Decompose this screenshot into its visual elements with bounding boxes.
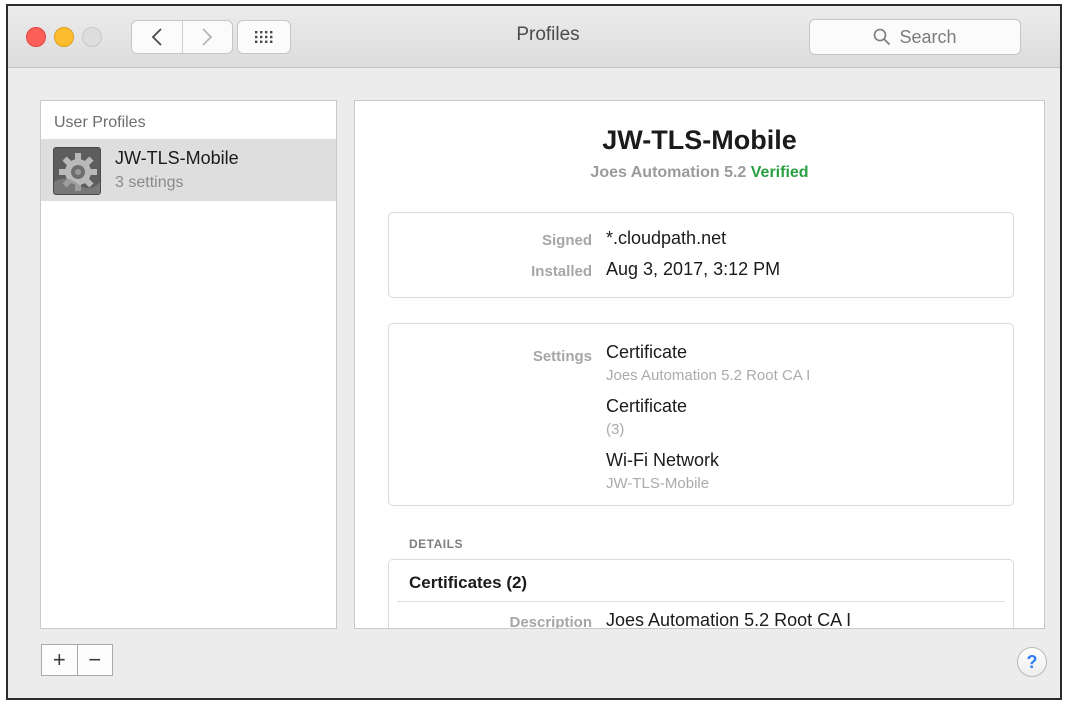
grid-icon bbox=[255, 31, 273, 43]
signed-label: Signed bbox=[541, 232, 592, 249]
profile-detail-panel[interactable]: JW-TLS-Mobile Joes Automation 5.2 Verifi… bbox=[354, 100, 1045, 629]
help-button[interactable]: ? bbox=[1017, 647, 1047, 677]
setting-subtitle: Joes Automation 5.2 Root CA I bbox=[606, 367, 811, 384]
signed-value: *.cloudpath.net bbox=[606, 228, 727, 248]
certificates-card: Certificates (2) Description Joes Automa… bbox=[388, 559, 1014, 629]
certificates-heading: Certificates (2) bbox=[409, 573, 528, 592]
installed-row: Installed Aug 3, 2017, 3:12 PM bbox=[389, 259, 1013, 285]
profile-subtitle: Joes Automation 5.2 Verified bbox=[355, 164, 1044, 182]
profile-settings-count: 3 settings bbox=[115, 174, 184, 191]
profile-title: JW-TLS-Mobile bbox=[602, 125, 797, 155]
settings-gear-icon bbox=[53, 147, 101, 195]
minimize-window-button[interactable] bbox=[54, 27, 74, 47]
description-label: Description bbox=[509, 614, 592, 629]
setting-title: Certificate bbox=[606, 396, 688, 416]
chevron-left-icon bbox=[151, 28, 162, 46]
installed-value: Aug 3, 2017, 3:12 PM bbox=[606, 259, 781, 279]
verified-badge: Verified bbox=[750, 164, 809, 181]
divider bbox=[397, 601, 1005, 602]
help-icon: ? bbox=[1026, 651, 1038, 672]
signed-row: Signed *.cloudpath.net bbox=[389, 228, 1013, 254]
profiles-window: Profiles Search User Profiles JW-TLS-Mob… bbox=[6, 4, 1062, 700]
profile-org: Joes Automation 5.2 bbox=[590, 164, 747, 181]
close-window-button[interactable] bbox=[26, 27, 46, 47]
setting-title: Wi-Fi Network bbox=[606, 450, 719, 470]
back-forward-group bbox=[131, 20, 233, 54]
search-icon bbox=[874, 28, 891, 46]
window-title: Profiles bbox=[516, 24, 580, 45]
profile-name: JW-TLS-Mobile bbox=[115, 148, 239, 168]
chevron-right-icon bbox=[202, 28, 213, 46]
add-remove-group: + − bbox=[41, 644, 113, 676]
zoom-window-button[interactable] bbox=[82, 27, 102, 47]
settings-label: Settings bbox=[532, 348, 592, 365]
remove-profile-button[interactable]: − bbox=[76, 645, 113, 675]
add-profile-button[interactable]: + bbox=[42, 645, 77, 675]
settings-card: Settings Certificate Joes Automation 5.2… bbox=[388, 323, 1014, 506]
forward-button[interactable] bbox=[181, 21, 233, 53]
setting-subtitle: (3) bbox=[606, 421, 625, 438]
show-all-button[interactable] bbox=[237, 20, 291, 54]
back-button[interactable] bbox=[132, 21, 182, 53]
description-value: Joes Automation 5.2 Root CA I bbox=[606, 610, 852, 629]
profile-list-item[interactable]: JW-TLS-Mobile 3 settings bbox=[41, 139, 336, 201]
setting-title: Certificate bbox=[606, 342, 688, 362]
list-header: User Profiles bbox=[54, 114, 146, 131]
title-bar: Profiles Search bbox=[8, 6, 1060, 68]
description-row: Description Joes Automation 5.2 Root CA … bbox=[389, 610, 1013, 629]
details-section-label: DETAILS bbox=[409, 537, 463, 551]
profiles-list: User Profiles JW-TLS-Mobile 3 settings bbox=[40, 100, 337, 629]
search-field[interactable]: Search bbox=[809, 19, 1021, 55]
installed-label: Installed bbox=[531, 263, 592, 280]
search-placeholder: Search bbox=[899, 26, 957, 47]
setting-subtitle: JW-TLS-Mobile bbox=[606, 475, 710, 492]
signature-card: Signed *.cloudpath.net Installed Aug 3, … bbox=[388, 212, 1014, 298]
